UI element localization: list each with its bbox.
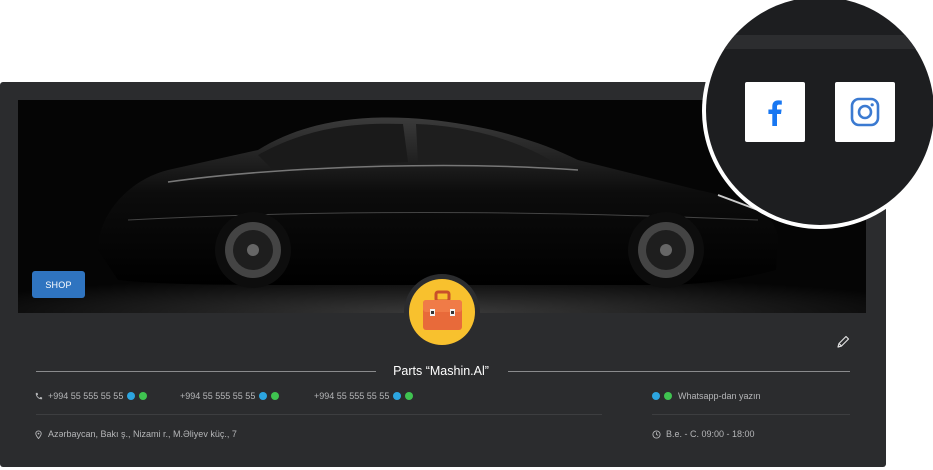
shop-badge-button[interactable]: SHOP bbox=[32, 271, 85, 298]
whatsapp-icon[interactable] bbox=[139, 392, 148, 400]
row-divider bbox=[36, 414, 602, 415]
edit-pencil-icon[interactable] bbox=[835, 334, 851, 350]
store-name: Parts “Mashin.Al” bbox=[393, 364, 489, 378]
telegram-icon[interactable] bbox=[259, 392, 268, 400]
phone-number[interactable]: +994 55 555 55 55 bbox=[180, 391, 255, 401]
whatsapp-icon[interactable] bbox=[271, 392, 280, 400]
phone-item: +994 55 555 55 55 bbox=[180, 391, 280, 401]
phone-icon bbox=[35, 392, 43, 399]
title-divider-right bbox=[508, 371, 850, 372]
row-divider bbox=[652, 414, 850, 415]
whatsapp-contact[interactable]: Whatsapp-dan yazın bbox=[652, 391, 761, 401]
telegram-icon[interactable] bbox=[127, 392, 136, 400]
location-pin-icon bbox=[35, 430, 42, 439]
briefcase-icon bbox=[423, 290, 462, 330]
clock-icon bbox=[652, 429, 661, 439]
social-zoom-callout bbox=[706, 0, 933, 225]
store-logo bbox=[404, 274, 480, 350]
phone-item: +994 55 555 55 55 bbox=[34, 391, 148, 401]
instagram-icon bbox=[850, 97, 880, 127]
telegram-icon bbox=[652, 392, 660, 400]
hours-text: B.e. - C. 09:00 - 18:00 bbox=[666, 429, 755, 439]
callout-bar bbox=[706, 35, 933, 49]
whatsapp-icon[interactable] bbox=[405, 392, 414, 400]
telegram-icon[interactable] bbox=[393, 392, 402, 400]
phone-number[interactable]: +994 55 555 55 55 bbox=[48, 391, 123, 401]
address-text: Azərbaycan, Bakı ş., Nizami r., M.Əliyev… bbox=[48, 429, 237, 439]
phone-number[interactable]: +994 55 555 55 55 bbox=[314, 391, 389, 401]
title-divider-left bbox=[36, 371, 376, 372]
whatsapp-text: Whatsapp-dan yazın bbox=[678, 391, 761, 401]
address-item: Azərbaycan, Bakı ş., Nizami r., M.Əliyev… bbox=[34, 429, 237, 439]
hours-item: B.e. - C. 09:00 - 18:00 bbox=[652, 429, 755, 439]
facebook-icon bbox=[768, 100, 782, 126]
facebook-button[interactable] bbox=[745, 82, 805, 142]
instagram-button[interactable] bbox=[835, 82, 895, 142]
phone-item: +994 55 555 55 55 bbox=[314, 391, 414, 401]
whatsapp-icon bbox=[664, 392, 672, 400]
